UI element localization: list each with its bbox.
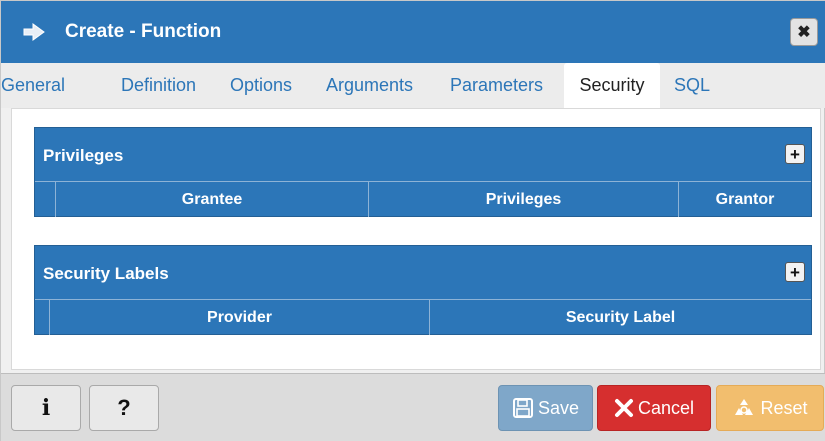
tab-security[interactable]: Security: [564, 63, 660, 108]
tab-arguments[interactable]: Arguments: [326, 63, 413, 108]
security-labels-section: Security Labels + Provider Security Labe…: [34, 245, 812, 335]
privileges-header-row: Grantee Privileges Grantor: [35, 181, 811, 217]
plus-icon: +: [790, 144, 800, 164]
info-button[interactable]: i: [11, 385, 81, 431]
dialog-title: Create - Function: [65, 21, 222, 42]
tab-parameters[interactable]: Parameters: [450, 63, 543, 108]
info-icon: i: [41, 395, 51, 421]
x-icon: [614, 398, 634, 418]
plus-icon: +: [790, 262, 800, 282]
cancel-button[interactable]: Cancel: [597, 385, 711, 431]
close-icon: ✖: [797, 24, 811, 41]
reset-label: Reset: [760, 397, 808, 418]
column-header-grantee[interactable]: Grantee: [55, 182, 368, 217]
tab-sql[interactable]: SQL: [674, 63, 710, 108]
add-privilege-button[interactable]: +: [785, 144, 805, 164]
privileges-section: Privileges + Grantee Privileges Grantor: [34, 127, 812, 217]
create-function-dialog: Create - Function ✖ General Definition O…: [0, 0, 825, 441]
column-header-grantor[interactable]: Grantor: [678, 182, 811, 217]
security-panel: Privileges + Grantee Privileges Grantor …: [11, 108, 821, 370]
close-button[interactable]: ✖: [790, 18, 818, 46]
save-label: Save: [537, 397, 580, 418]
help-icon: ?: [117, 395, 131, 420]
reset-button[interactable]: Reset: [716, 385, 824, 431]
security-labels-header-row: Provider Security Label: [35, 299, 811, 335]
tab-options[interactable]: Options: [230, 63, 292, 108]
arrow-right-icon: [23, 23, 45, 41]
add-security-label-button[interactable]: +: [785, 262, 805, 282]
tab-general[interactable]: General: [1, 63, 65, 108]
floppy-disk-icon: [512, 397, 534, 419]
security-labels-title: Security Labels: [43, 264, 169, 283]
dialog-footer: i ? Save Cancel Reset: [1, 373, 825, 441]
privileges-title: Privileges: [43, 146, 124, 165]
column-header-provider[interactable]: Provider: [49, 300, 429, 335]
save-button[interactable]: Save: [498, 385, 593, 431]
title-bar: Create - Function ✖: [1, 1, 825, 63]
tab-definition[interactable]: Definition: [121, 63, 196, 108]
recycle-icon: [732, 396, 756, 420]
tab-bar: General Definition Options Arguments Par…: [1, 63, 825, 108]
cancel-label: Cancel: [637, 397, 695, 418]
column-header-privileges[interactable]: Privileges: [368, 182, 678, 217]
column-header-security-label[interactable]: Security Label: [429, 300, 811, 335]
help-button[interactable]: ?: [89, 385, 159, 431]
